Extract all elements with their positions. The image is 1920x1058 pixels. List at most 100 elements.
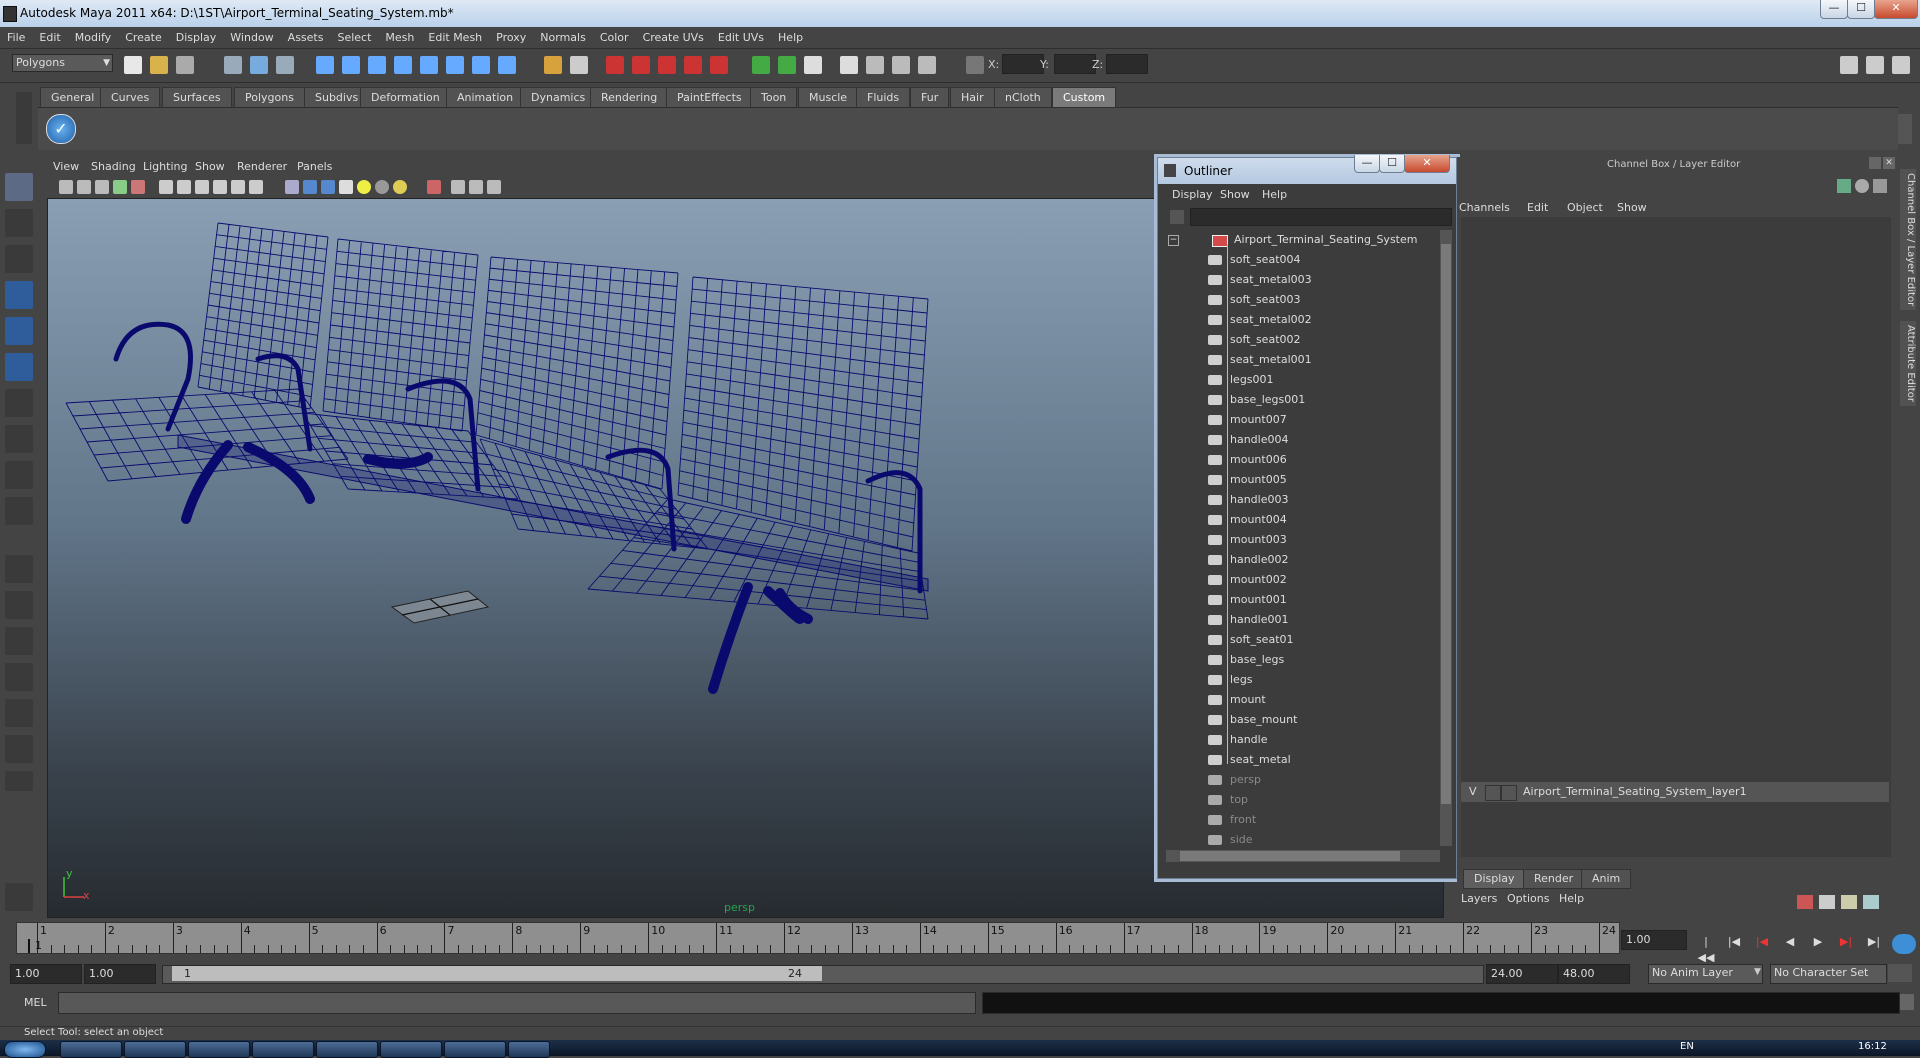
maximize-button[interactable]: ☐ xyxy=(1847,0,1875,19)
xray-components-icon[interactable] xyxy=(487,180,501,194)
outliner-item[interactable]: mount006 xyxy=(1160,450,1438,470)
viewport-menu-shading[interactable]: Shading xyxy=(91,160,136,173)
start-button[interactable] xyxy=(4,1041,46,1058)
snap-grid-icon[interactable] xyxy=(316,56,334,74)
snap-curve-icon[interactable] xyxy=(342,56,360,74)
hyperbolic-icon[interactable] xyxy=(1873,179,1887,193)
manipulator-channel-icon[interactable] xyxy=(1837,179,1851,193)
shelf-tab-animation[interactable]: Animation xyxy=(446,87,525,107)
end-time-field[interactable]: 48.00 xyxy=(1558,964,1630,984)
y-field[interactable] xyxy=(1054,54,1096,74)
step-back-frame-icon[interactable]: |◀ xyxy=(1724,934,1744,950)
anim-layer-dropdown[interactable]: No Anim Layer xyxy=(1648,964,1763,984)
layer-color-swatch[interactable] xyxy=(1501,785,1517,801)
menu-mesh[interactable]: Mesh xyxy=(378,27,421,48)
menu-edit-mesh[interactable]: Edit Mesh xyxy=(421,27,489,48)
outliner-maximize-button[interactable]: ☐ xyxy=(1379,155,1405,173)
layer-visibility-toggle[interactable]: V xyxy=(1469,785,1477,798)
shelf-tab-fluids[interactable]: Fluids xyxy=(856,87,911,107)
outliner-item[interactable]: mount002 xyxy=(1160,570,1438,590)
layer-tab-render[interactable]: Render xyxy=(1523,869,1585,889)
select-component-icon[interactable] xyxy=(276,56,294,74)
outliner-item[interactable]: legs001 xyxy=(1160,370,1438,390)
new-layer-selected-icon[interactable] xyxy=(1863,895,1879,909)
taskbar-photoshop-button[interactable] xyxy=(252,1041,314,1058)
shelf-tab-rendering[interactable]: Rendering xyxy=(590,87,669,107)
check-icon[interactable]: ✓ xyxy=(46,114,76,144)
outliner-camera-item[interactable]: side xyxy=(1160,830,1438,850)
channel-menu-edit[interactable]: Edit xyxy=(1527,201,1548,214)
start-time-field[interactable]: 1.00 xyxy=(10,964,82,984)
channel-menu-show[interactable]: Show xyxy=(1617,201,1647,214)
rotate-tool-icon[interactable] xyxy=(5,317,33,345)
show-manipulator-tool-icon[interactable] xyxy=(5,461,33,489)
menu-edit-uvs[interactable]: Edit UVs xyxy=(711,27,771,48)
field-chart-icon[interactable] xyxy=(231,180,245,194)
shelf-tab-toon[interactable]: Toon xyxy=(750,87,798,107)
viewport-menu-view[interactable]: View xyxy=(53,160,79,173)
step-forward-key-icon[interactable]: ▶| xyxy=(1836,934,1856,950)
outliner-item[interactable]: base_mount xyxy=(1160,710,1438,730)
outliner-item[interactable]: mount004 xyxy=(1160,510,1438,530)
hypershade-icon[interactable] xyxy=(684,56,702,74)
menu-modify[interactable]: Modify xyxy=(68,27,118,48)
animation-preferences-icon[interactable] xyxy=(1888,964,1912,982)
outliner-item[interactable]: mount003 xyxy=(1160,530,1438,550)
outliner-filter-field[interactable] xyxy=(1190,208,1452,226)
float-panel-icon[interactable] xyxy=(1869,157,1881,169)
outliner-item[interactable]: soft_seat002 xyxy=(1160,330,1438,350)
outliner-item[interactable]: handle001 xyxy=(1160,610,1438,630)
script-editor-icon[interactable] xyxy=(1900,994,1914,1010)
taskbar-app-button-2[interactable] xyxy=(124,1041,186,1058)
step-back-key-icon[interactable]: |◀ xyxy=(1752,934,1772,950)
graph-layout-icon[interactable] xyxy=(5,735,33,763)
select-object-icon[interactable] xyxy=(250,56,268,74)
viewport-menu-lighting[interactable]: Lighting xyxy=(143,160,187,173)
step-forward-frame-icon[interactable]: ▶| xyxy=(1864,934,1884,950)
outliner-item[interactable]: legs xyxy=(1160,670,1438,690)
menu-color[interactable]: Color xyxy=(593,27,636,48)
construction-icon[interactable] xyxy=(472,56,490,74)
safe-action-icon[interactable] xyxy=(249,180,263,194)
single-perspective-layout-icon[interactable] xyxy=(5,555,33,583)
outliner-item[interactable]: mount007 xyxy=(1160,410,1438,430)
taskbar-app-button-3[interactable] xyxy=(188,1041,250,1058)
playback-end-field[interactable]: 24.00 xyxy=(1486,964,1558,984)
outliner-item[interactable]: soft_seat01 xyxy=(1160,630,1438,650)
layer-menu-options[interactable]: Options xyxy=(1507,892,1549,905)
snapshot-icon[interactable] xyxy=(918,56,936,74)
menu-create[interactable]: Create xyxy=(118,27,169,48)
toggle-tool-settings-icon[interactable] xyxy=(1866,56,1884,74)
four-view-layout-icon[interactable] xyxy=(5,591,33,619)
toggle-attribute-editor-icon[interactable] xyxy=(1840,56,1858,74)
layer-menu-help[interactable]: Help xyxy=(1559,892,1584,905)
transform-field-icon[interactable] xyxy=(966,56,984,74)
ipr-render-icon[interactable] xyxy=(632,56,650,74)
select-tool-icon[interactable] xyxy=(5,173,33,201)
render-globals-icon[interactable] xyxy=(892,56,910,74)
outliner-camera-item[interactable]: persp xyxy=(1160,770,1438,790)
grid-toggle-icon[interactable] xyxy=(159,180,173,194)
bookmark-icon[interactable] xyxy=(95,180,109,194)
outliner-item[interactable]: mount005 xyxy=(1160,470,1438,490)
outliner-vertical-scrollbar[interactable] xyxy=(1440,230,1452,846)
persp-graph-layout-icon[interactable] xyxy=(5,663,33,691)
resolution-gate-icon[interactable] xyxy=(195,180,209,194)
x-field[interactable] xyxy=(1002,54,1044,74)
quick-layout-icon[interactable] xyxy=(5,883,33,911)
shelf-scroll-buttons[interactable] xyxy=(1898,114,1912,144)
close-button[interactable]: ✕ xyxy=(1874,0,1918,19)
scale-tool-icon[interactable] xyxy=(5,353,33,381)
outliner-item[interactable]: soft_seat003 xyxy=(1160,290,1438,310)
language-indicator[interactable]: EN xyxy=(1680,1041,1694,1052)
chevron-down-icon[interactable]: ▼ xyxy=(1754,967,1761,977)
snap-plane-icon[interactable] xyxy=(394,56,412,74)
layout-options-icon[interactable] xyxy=(5,771,33,791)
close-panel-icon[interactable]: ✕ xyxy=(1883,157,1895,169)
outliner-minimize-button[interactable]: — xyxy=(1354,155,1380,173)
outliner-item[interactable]: base_legs xyxy=(1160,650,1438,670)
shelf-tab-ncloth[interactable]: nCloth xyxy=(994,87,1052,107)
time-slider[interactable]: 1 2 3 4 5 6 7 8 9 10 11 12 13 14 15 16 17 18 19 20 21 22 23 24 … xyxy=(16,922,1620,954)
menu-window[interactable]: Window xyxy=(223,27,280,48)
shelf-tab-custom[interactable]: Custom xyxy=(1052,87,1117,107)
